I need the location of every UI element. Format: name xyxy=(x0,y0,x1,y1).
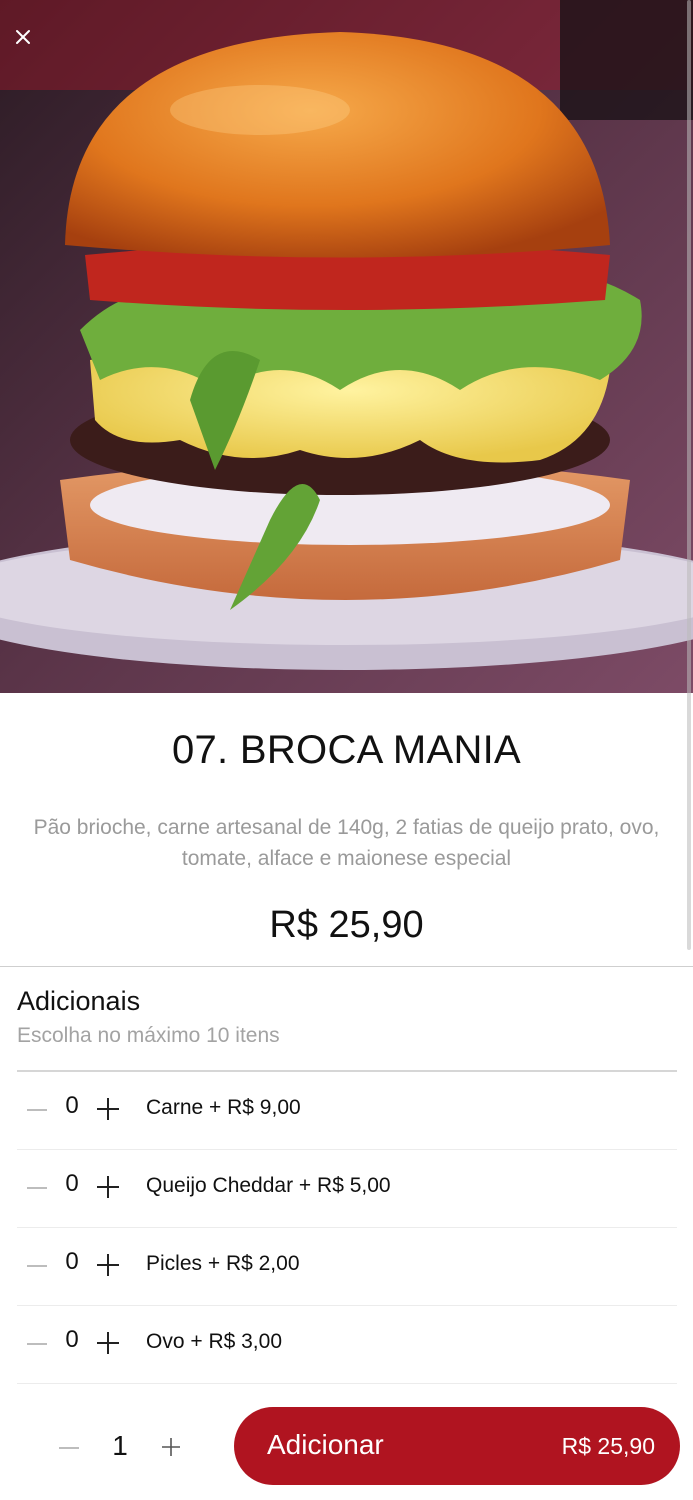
product-title: 07. BROCA MANIA xyxy=(171,728,522,772)
plus-icon[interactable] xyxy=(95,1096,121,1122)
close-button[interactable] xyxy=(8,22,38,52)
product-image xyxy=(0,0,693,693)
minus-icon[interactable] xyxy=(25,1332,49,1356)
addon-qty: 0 xyxy=(65,1326,79,1353)
add-button-label: Adicionar xyxy=(267,1429,384,1460)
close-icon xyxy=(16,30,30,44)
minus-icon[interactable] xyxy=(25,1254,49,1278)
minus-icon[interactable] xyxy=(25,1098,49,1122)
add-to-cart-button[interactable]: Adicionar R$ 25,90 xyxy=(234,1407,680,1485)
addons-subtitle: Escolha no máximo 10 itens xyxy=(17,1024,280,1047)
minus-icon[interactable] xyxy=(25,1176,49,1200)
product-price: R$ 25,90 xyxy=(269,904,424,946)
plus-icon[interactable] xyxy=(95,1252,121,1278)
addon-label: Carne + R$ 9,00 xyxy=(146,1096,301,1119)
addon-qty: 0 xyxy=(65,1248,79,1275)
scrollbar[interactable] xyxy=(687,0,691,950)
addon-row-queijo-cheddar: 0 Queijo Cheddar + R$ 5,00 xyxy=(17,1150,677,1228)
addon-qty: 0 xyxy=(65,1170,79,1197)
product-description: Pão brioche, carne artesanal de 140g, 2 … xyxy=(33,816,660,870)
addons-title: Adicionais xyxy=(17,986,141,1016)
addon-row-picles: 0 Picles + R$ 2,00 xyxy=(17,1228,677,1306)
addon-qty: 0 xyxy=(65,1092,79,1119)
addon-row-carne: 0 Carne + R$ 9,00 xyxy=(17,1072,677,1150)
plus-icon[interactable] xyxy=(95,1330,121,1356)
addon-row-ovo: 0 Ovo + R$ 3,00 xyxy=(17,1306,677,1384)
quantity-plus-icon[interactable] xyxy=(158,1434,184,1460)
addon-label: Ovo + R$ 3,00 xyxy=(146,1330,282,1353)
addon-label: Picles + R$ 2,00 xyxy=(146,1252,300,1275)
add-button-price: R$ 25,90 xyxy=(561,1433,655,1459)
plus-icon[interactable] xyxy=(95,1174,121,1200)
divider xyxy=(0,966,693,967)
quantity-minus-icon[interactable] xyxy=(57,1436,81,1460)
addon-label: Queijo Cheddar + R$ 5,00 xyxy=(146,1174,391,1197)
quantity-value: 1 xyxy=(112,1430,128,1461)
